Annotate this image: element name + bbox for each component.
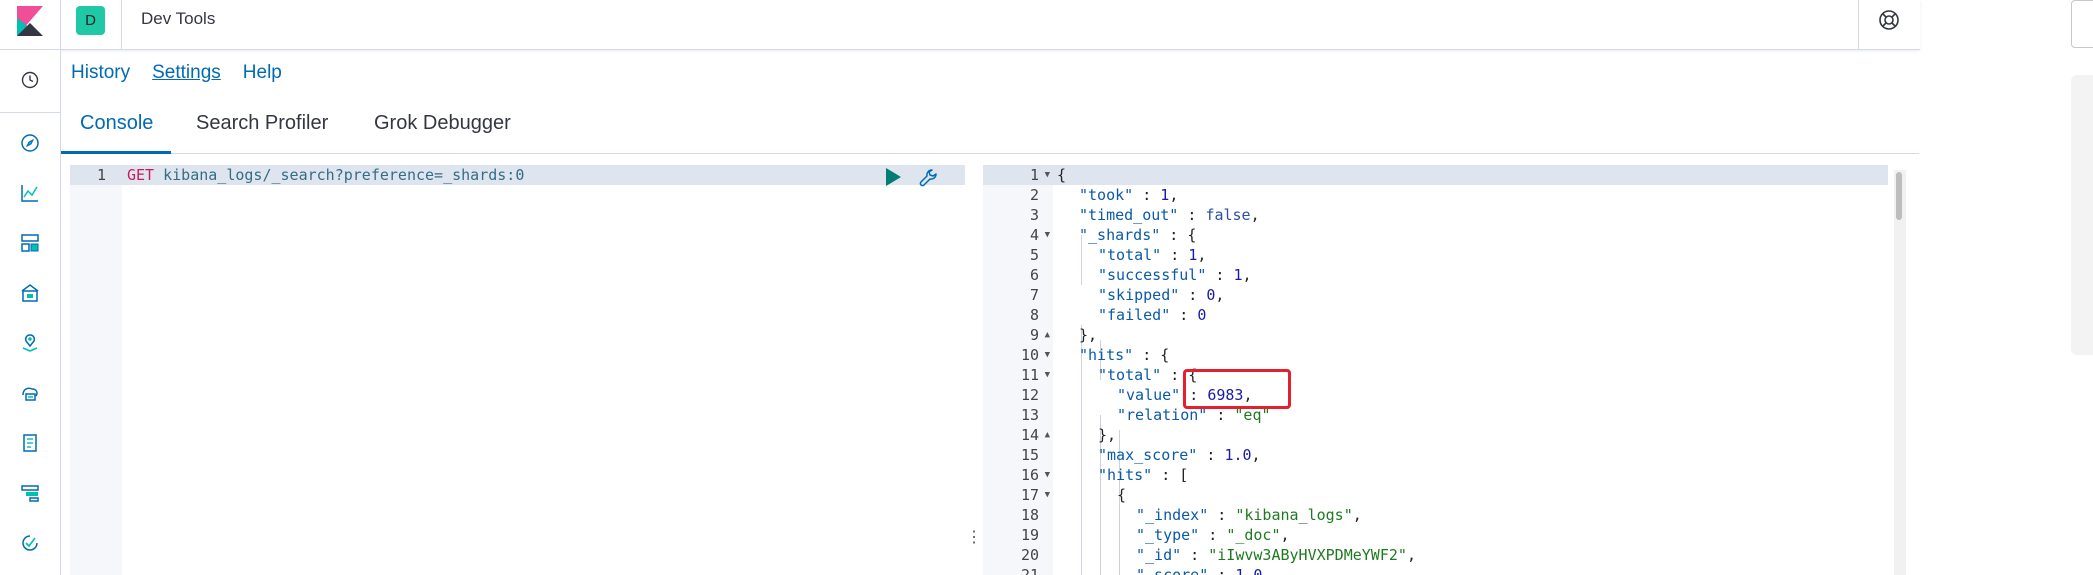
recently-viewed-clock-icon[interactable] (17, 67, 43, 93)
kibana-logo-icon[interactable] (17, 6, 43, 36)
code-line: { (1057, 166, 1067, 184)
line-number: 12 (1020, 386, 1039, 404)
request-editor[interactable]: 1 GET kibana_logs/_search?preference=_sh… (70, 165, 965, 575)
line-number: 19 (1020, 526, 1039, 544)
line-number: 21 (1020, 566, 1039, 575)
request-path: kibana_logs/_search?preference=_shards:0 (163, 166, 525, 184)
line-number: 16 (1020, 466, 1039, 484)
line-number: 10 (1020, 346, 1039, 364)
line-number: 2 (1029, 186, 1039, 204)
code-line: "skipped" : 0, (1098, 286, 1225, 304)
fold-close-icon[interactable]: ▲ (1040, 325, 1050, 345)
top-header: D Dev Tools (0, 0, 1920, 50)
code-line: "max_score" : 1.0, (1098, 446, 1261, 464)
wrench-icon[interactable] (918, 167, 940, 189)
visualize-chart-icon[interactable] (17, 180, 43, 206)
fold-open-icon[interactable]: ▼ (1040, 345, 1050, 365)
line-number: 8 (1029, 306, 1039, 324)
send-request-button[interactable] (886, 168, 901, 186)
code-line: }, (1098, 426, 1117, 444)
uptime-icon[interactable] (17, 530, 43, 556)
apm-icon[interactable] (17, 480, 43, 506)
pane-resizer[interactable]: ⋮ (966, 528, 982, 548)
line-number: 4 (1029, 226, 1039, 244)
tab-search-profiler[interactable]: Search Profiler (196, 112, 328, 135)
page-title: Dev Tools (141, 9, 216, 28)
line-number: 14 (1020, 426, 1039, 444)
ml-icon[interactable] (17, 380, 43, 406)
code-line: "total" : 1, (1098, 246, 1207, 264)
response-scrollbar[interactable] (1894, 170, 1906, 575)
line-number: 15 (1020, 446, 1039, 464)
line-number: 3 (1029, 206, 1039, 224)
history-link[interactable]: History (71, 62, 130, 84)
edge-strip (2071, 75, 2093, 355)
settings-link[interactable]: Settings (152, 62, 221, 84)
code-line: "hits" : [ (1098, 466, 1189, 484)
line-number: 5 (1029, 246, 1039, 264)
code-line: "_shards" : { (1079, 226, 1197, 244)
request-gutter (70, 165, 122, 575)
code-line: "hits" : { (1079, 346, 1170, 364)
code-line: "failed" : 0 (1098, 306, 1207, 324)
code-line: "_score" : 1.0, (1136, 566, 1272, 575)
rail-divider (0, 112, 61, 113)
side-nav (0, 50, 61, 575)
fold-close-icon[interactable]: ▲ (1040, 425, 1050, 445)
header-separator (1858, 0, 1859, 49)
code-line: "timed_out" : false, (1079, 206, 1260, 224)
fold-open-icon[interactable]: ▼ (1040, 485, 1050, 505)
scrollbar-thumb[interactable] (1896, 172, 1902, 220)
devtools-tabs: Console Search Profiler Grok Debugger (61, 100, 1919, 154)
maps-icon[interactable] (17, 330, 43, 356)
code-line: "_type" : "_doc", (1136, 526, 1290, 544)
fold-open-icon[interactable]: ▼ (1040, 165, 1050, 185)
console-top-links: History Settings Help (71, 62, 282, 84)
line-number: 6 (1029, 266, 1039, 284)
help-lifebuoy-icon[interactable] (1878, 9, 1900, 31)
line-number: 1 (1029, 166, 1039, 184)
tab-console[interactable]: Console (80, 112, 153, 135)
code-line: "total" : { (1098, 366, 1198, 384)
request-method: GET (127, 166, 155, 184)
line-number: 9 (1029, 326, 1039, 344)
line-number: 1 (96, 166, 106, 184)
header-separator (60, 0, 61, 49)
code-line: "_id" : "iIwvw3AByHVXPDMeYWF2", (1136, 546, 1416, 564)
code-line: "relation" : "eq" (1117, 406, 1271, 424)
fold-open-icon[interactable]: ▼ (1040, 365, 1050, 385)
help-link[interactable]: Help (243, 62, 282, 84)
dashboard-icon[interactable] (17, 230, 43, 256)
edge-panel (2071, 0, 2093, 48)
line-number: 17 (1020, 486, 1039, 504)
code-line: "successful" : 1, (1098, 266, 1252, 284)
code-line: { (1117, 486, 1127, 504)
code-line: "took" : 1, (1079, 186, 1179, 204)
line-number: 11 (1020, 366, 1039, 384)
active-line (983, 165, 1888, 185)
logs-icon[interactable] (17, 430, 43, 456)
code-line: "_index" : "kibana_logs", (1136, 506, 1362, 524)
active-tab-indicator (61, 151, 171, 154)
response-editor: 1 ▼ 2 3 4 ▼ 5 6 7 8 9 ▲ 10 ▼ 11 ▼ 12 13 14 ▲ 15 16 ▼ 17 ▼ 18 19 20 2… (983, 165, 1893, 575)
header-separator (121, 0, 122, 49)
fold-open-icon[interactable]: ▼ (1040, 225, 1050, 245)
code-line: "value" : 6983, (1117, 386, 1253, 404)
canvas-icon[interactable] (17, 280, 43, 306)
line-number: 18 (1020, 506, 1039, 524)
line-number: 7 (1029, 286, 1039, 304)
fold-open-icon[interactable]: ▼ (1040, 465, 1050, 485)
tab-grok-debugger[interactable]: Grok Debugger (374, 112, 511, 135)
space-avatar[interactable]: D (76, 6, 105, 35)
discover-compass-icon[interactable] (17, 130, 43, 156)
hits-total-value: 6983 (1207, 386, 1244, 404)
line-number: 20 (1020, 546, 1039, 564)
line-number: 13 (1020, 406, 1039, 424)
code-line: }, (1079, 326, 1098, 344)
request-line[interactable]: GET kibana_logs/_search?preference=_shar… (127, 165, 524, 185)
